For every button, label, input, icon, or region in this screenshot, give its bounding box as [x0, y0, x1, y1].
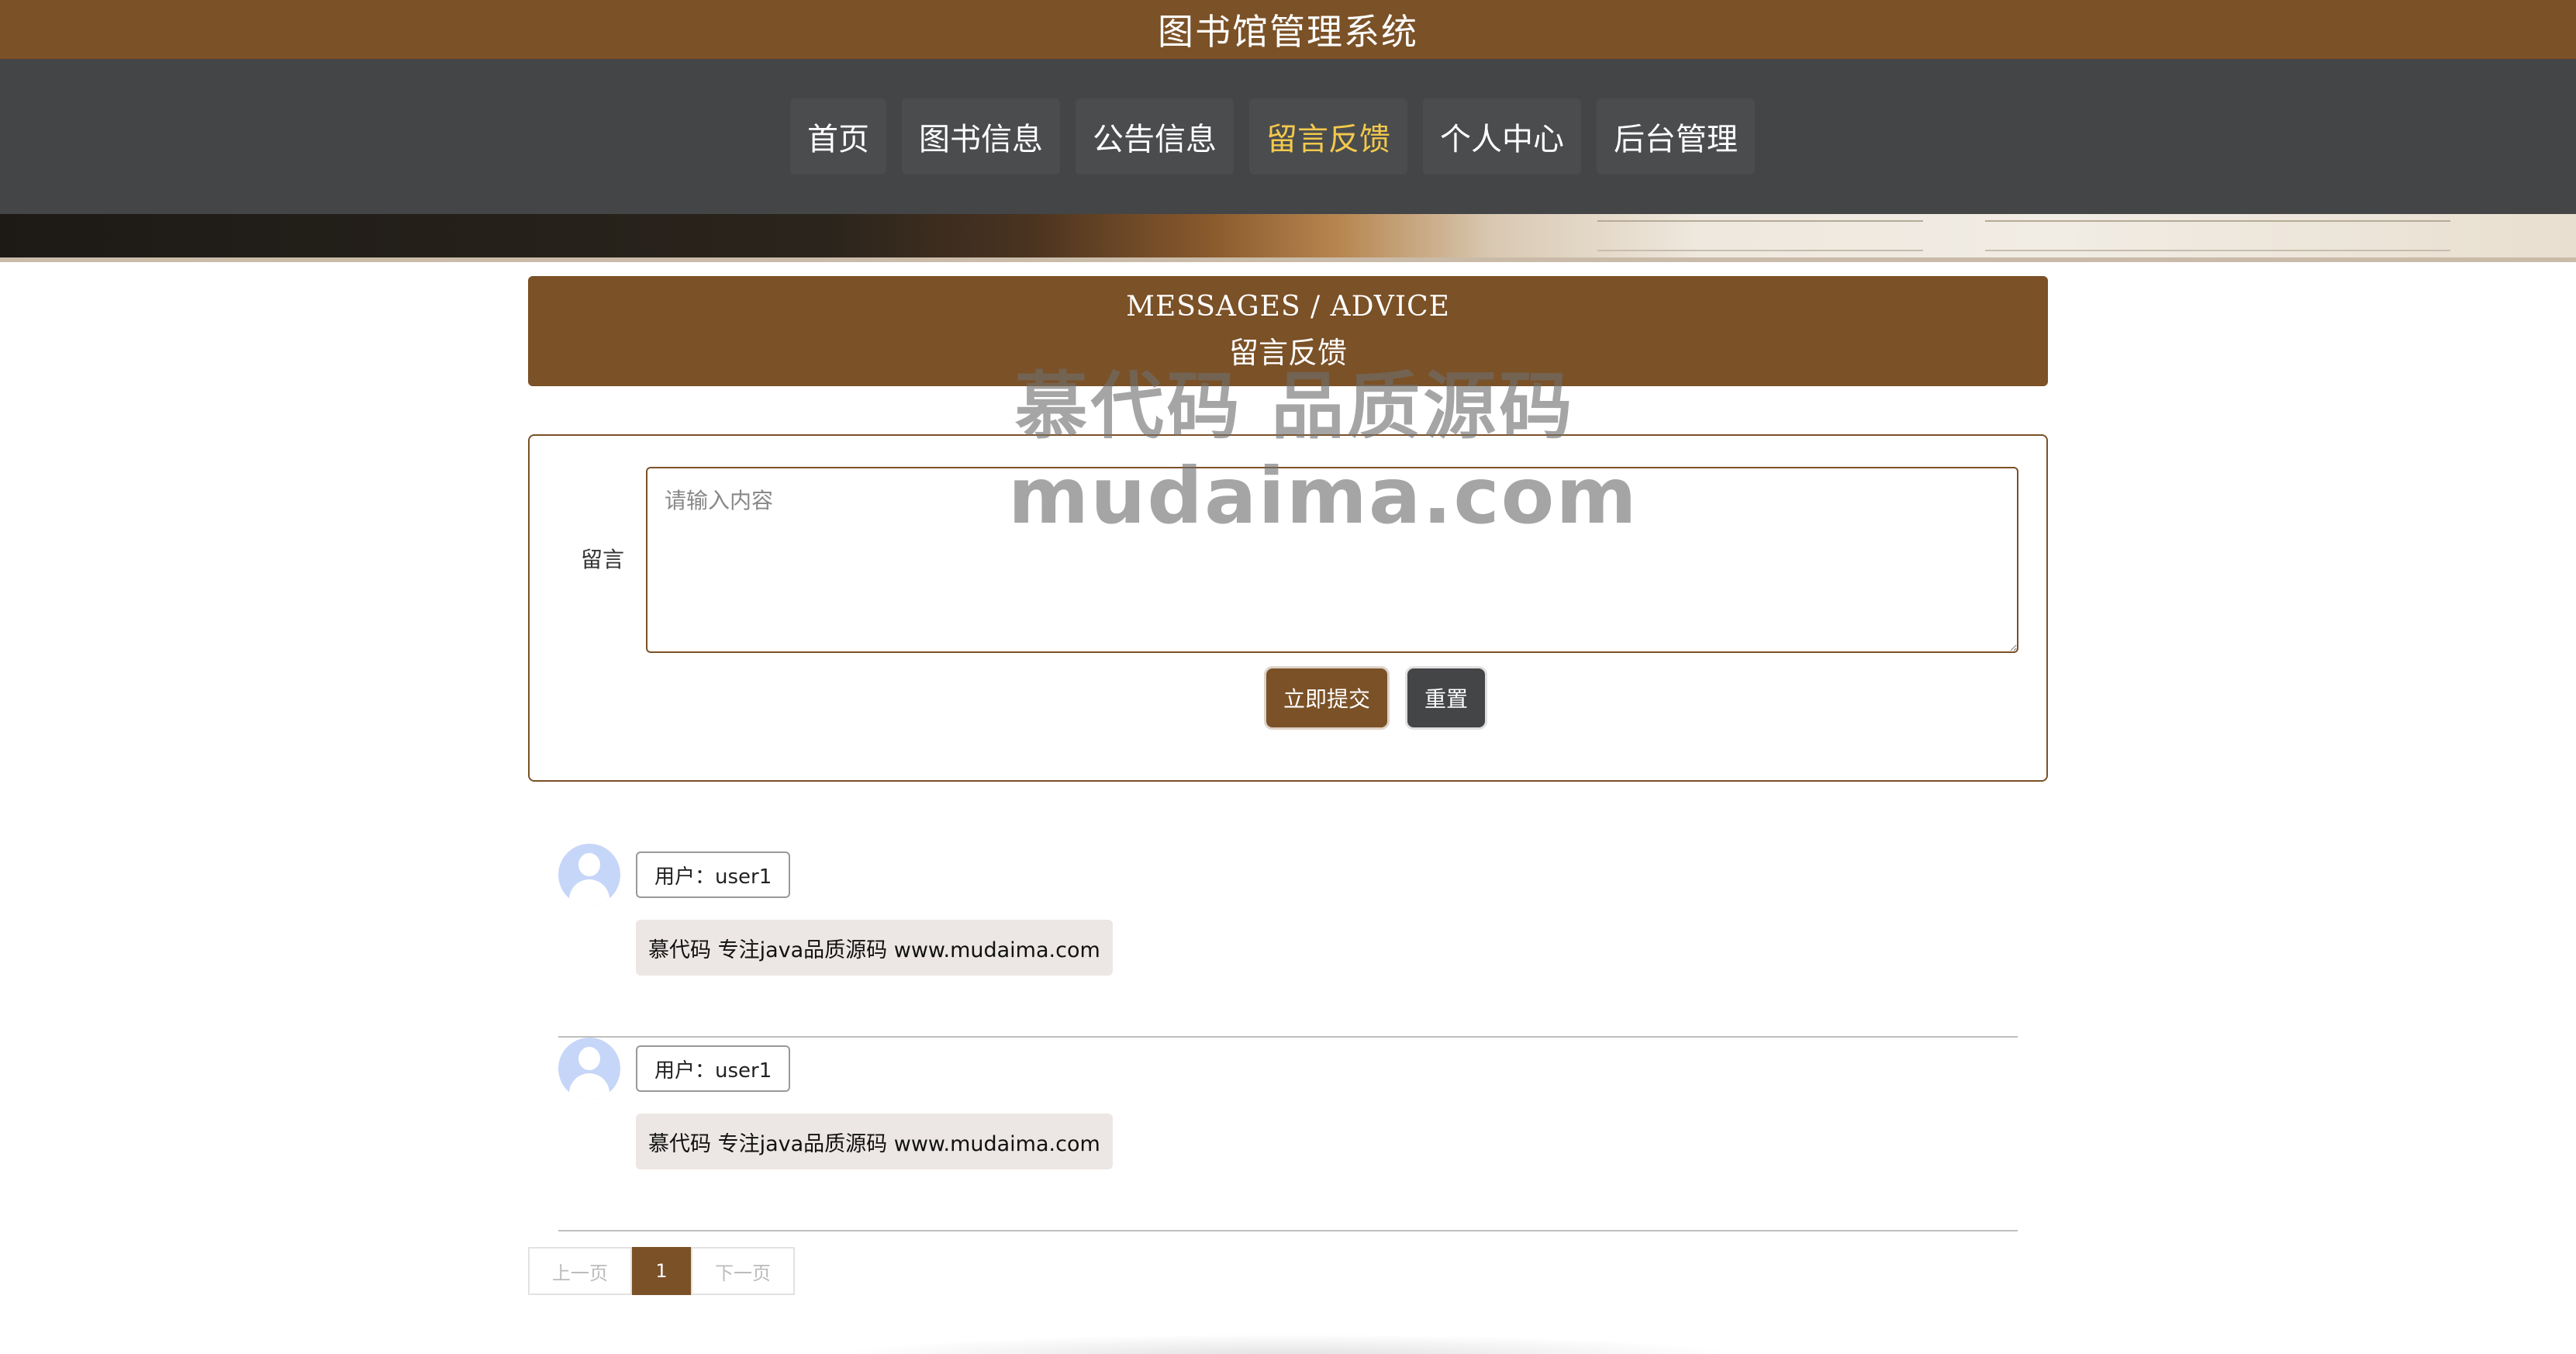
message-user-tag: 用户：user1	[636, 851, 791, 898]
message-input[interactable]	[646, 467, 2018, 653]
message-content: 慕代码 专注java品质源码 www.mudaima.com	[636, 1114, 1113, 1169]
footer-shadow	[822, 1334, 1752, 1354]
site-title: 图书馆管理系统	[1158, 11, 1418, 53]
message-item: 用户：user1 慕代码 专注java品质源码 www.mudaima.com	[558, 844, 2018, 1038]
message-field-label: 留言	[581, 547, 625, 572]
message-form: 留言 立即提交 重置	[528, 434, 2048, 782]
nav-item-admin[interactable]: 后台管理	[1597, 98, 1755, 174]
prev-page-button[interactable]: 上一页	[528, 1247, 632, 1295]
nav-item-personal-center[interactable]: 个人中心	[1423, 98, 1581, 174]
nav-menu: 首页 图书信息 公告信息 留言反馈 个人中心 后台管理	[790, 98, 1755, 174]
banner-image	[0, 214, 2576, 262]
message-user-tag: 用户：user1	[636, 1045, 791, 1092]
user-icon	[569, 1073, 609, 1100]
user-icon	[578, 1047, 600, 1070]
section-header: MESSAGES / ADVICE 留言反馈	[528, 276, 2048, 386]
main-navigation: 首页 图书信息 公告信息 留言反馈 个人中心 后台管理	[0, 59, 2576, 214]
page-number-current[interactable]: 1	[632, 1247, 691, 1295]
submit-button[interactable]: 立即提交	[1266, 668, 1388, 727]
section-title-en: MESSAGES / ADVICE	[1126, 291, 1450, 323]
nav-item-announcements[interactable]: 公告信息	[1076, 98, 1234, 174]
user-icon	[569, 879, 609, 906]
next-page-button[interactable]: 下一页	[691, 1247, 795, 1295]
reset-button[interactable]: 重置	[1407, 668, 1486, 727]
nav-item-home[interactable]: 首页	[790, 98, 886, 174]
user-icon	[578, 853, 600, 876]
banner-sheet-music	[1985, 220, 2450, 251]
message-content: 慕代码 专注java品质源码 www.mudaima.com	[636, 920, 1113, 976]
avatar	[558, 844, 620, 906]
nav-item-message-feedback[interactable]: 留言反馈	[1249, 98, 1407, 174]
message-item: 用户：user1 慕代码 专注java品质源码 www.mudaima.com	[558, 1038, 2018, 1231]
top-title-bar: 图书馆管理系统	[0, 0, 2576, 59]
banner-bottom-edge	[0, 257, 2576, 262]
banner-sheet-music	[1597, 220, 1923, 251]
nav-item-book-info[interactable]: 图书信息	[902, 98, 1060, 174]
avatar	[558, 1038, 620, 1100]
pagination: 上一页 1 下一页	[528, 1247, 795, 1295]
section-title-cn: 留言反馈	[1228, 336, 1347, 370]
